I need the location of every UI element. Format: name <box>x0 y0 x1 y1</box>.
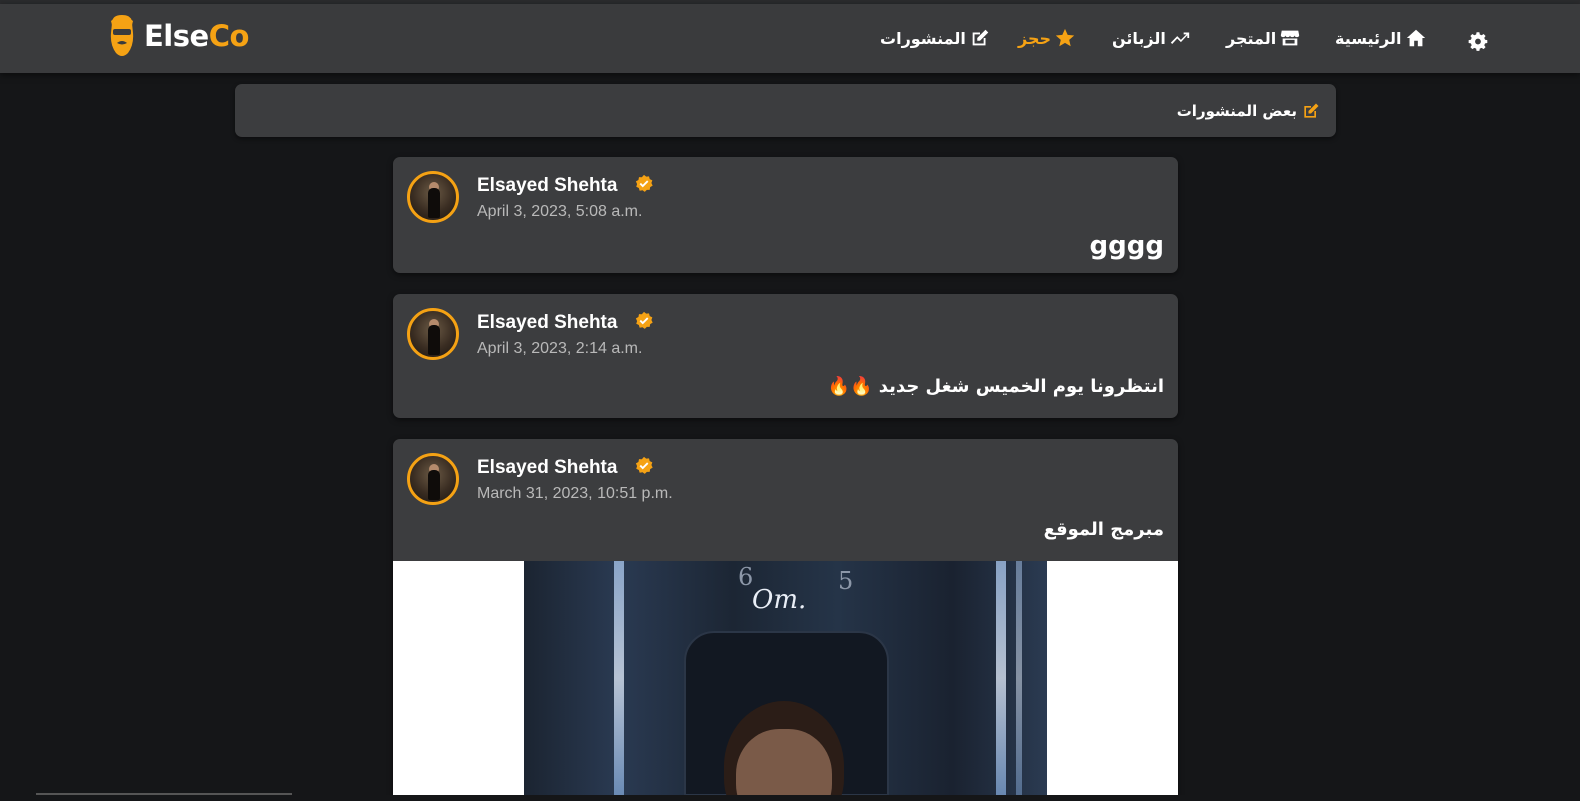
post-card: Elsayed Shehta March 31, 2023, 10:51 p.m… <box>393 439 1178 796</box>
post-card: Elsayed Shehta April 3, 2023, 5:08 a.m. … <box>393 157 1178 273</box>
post-date: March 31, 2023, 10:51 p.m. <box>477 485 673 502</box>
nav-item-home[interactable]: الرئيسية <box>1335 24 1427 52</box>
verified-badge-icon <box>635 174 653 192</box>
navbar: ElseCo الرئيسية المتجر الزبائن حجز المنش… <box>0 4 1580 73</box>
section-title: بعض المنشورات <box>1176 101 1297 120</box>
brand-name-part2: Co <box>208 19 250 53</box>
post-content: مبرمج الموقع <box>1043 519 1164 540</box>
post-image[interactable]: 6 5 Om. <box>393 561 1178 796</box>
brand-name-part1: Else <box>144 19 209 53</box>
nav-item-store[interactable]: المتجر <box>1226 24 1301 52</box>
post-content: انتظرونا يوم الخميس شغل جديد 🔥🔥 <box>827 376 1164 397</box>
section-header: بعض المنشورات <box>235 84 1336 137</box>
gear-icon[interactable] <box>1467 31 1489 53</box>
edit-icon <box>1304 103 1319 118</box>
post-photo: 6 5 Om. <box>524 561 1047 796</box>
brand-name: ElseCo <box>144 19 249 53</box>
nav-item-posts-label: المنشورات <box>880 28 966 48</box>
post-content: gggg <box>1089 231 1164 261</box>
nav-item-customers[interactable]: الزبائن <box>1112 24 1191 52</box>
edit-icon <box>972 29 989 46</box>
post-card: Elsayed Shehta April 3, 2023, 2:14 a.m. … <box>393 294 1178 418</box>
store-icon <box>1281 30 1300 46</box>
nav-item-customers-label: الزبائن <box>1112 28 1166 48</box>
post-author[interactable]: Elsayed Shehta <box>477 457 617 479</box>
avatar[interactable] <box>407 171 459 223</box>
star-icon <box>1055 28 1075 47</box>
verified-badge-icon <box>635 311 653 329</box>
avatar[interactable] <box>407 308 459 360</box>
post-date: April 3, 2023, 2:14 a.m. <box>477 340 643 357</box>
nav-item-posts[interactable]: المنشورات <box>880 24 991 52</box>
post-author[interactable]: Elsayed Shehta <box>477 312 617 334</box>
post-author[interactable]: Elsayed Shehta <box>477 175 617 197</box>
nav-item-store-label: المتجر <box>1226 28 1277 48</box>
nav-item-home-label: الرئيسية <box>1335 28 1402 48</box>
bottom-strip <box>0 795 1580 801</box>
nav-item-booking-label: حجز <box>1018 28 1052 48</box>
post-date: April 3, 2023, 5:08 a.m. <box>477 203 643 220</box>
home-icon <box>1406 29 1425 47</box>
verified-badge-icon <box>635 456 653 474</box>
bearded-man-logo-icon <box>110 15 134 56</box>
brand-logo[interactable]: ElseCo <box>106 13 249 59</box>
nav-item-booking[interactable]: حجز <box>1018 24 1076 52</box>
trend-up-icon <box>1170 32 1190 44</box>
avatar[interactable] <box>407 453 459 505</box>
